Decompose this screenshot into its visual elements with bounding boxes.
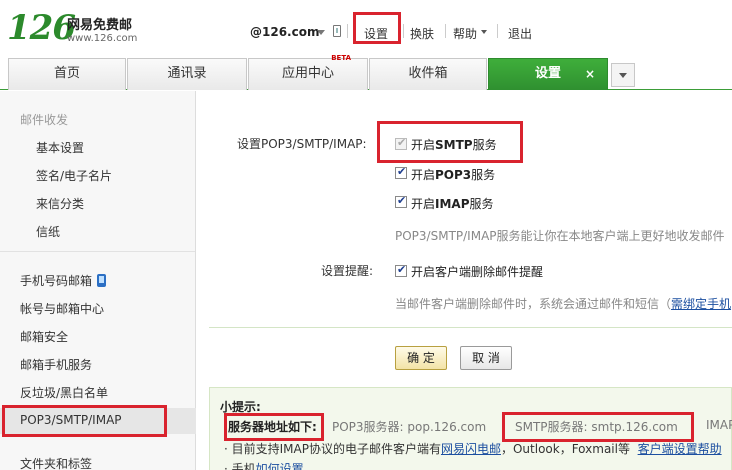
account-name[interactable]: @126.com bbox=[250, 25, 319, 39]
highlight-box bbox=[502, 412, 694, 442]
sidebar-item-phone-mailbox[interactable]: 手机号码邮箱 bbox=[20, 272, 92, 289]
tab-label: 设置 bbox=[534, 66, 561, 81]
mobile-note: · 手机如何设置 bbox=[224, 460, 304, 470]
tab-label: 应用中心 bbox=[281, 66, 334, 81]
logo-number[interactable]: 126 bbox=[7, 10, 76, 46]
tab-home[interactable]: 首页 bbox=[8, 58, 126, 90]
pop3-server: POP3服务器: pop.126.com bbox=[332, 420, 487, 434]
tab-settings[interactable]: 设置 × bbox=[488, 58, 608, 90]
sidebar: 邮件收发 基本设置 签名/电子名片 来信分类 信纸 手机号码邮箱 帐号与邮箱中心… bbox=[0, 91, 196, 470]
cancel-button[interactable]: 取 消 bbox=[460, 346, 512, 370]
tab-contacts[interactable]: 通讯录 bbox=[127, 58, 247, 90]
sidebar-item-antispam[interactable]: 反垃圾/黑白名单 bbox=[20, 384, 108, 401]
divider bbox=[0, 251, 195, 252]
beta-badge: BETA bbox=[331, 54, 351, 62]
logo-name: 网易免费邮 bbox=[67, 18, 133, 33]
logo-url: www.126.com bbox=[67, 33, 138, 44]
divider bbox=[209, 327, 732, 328]
how-to-setup-link[interactable]: 如何设置 bbox=[256, 462, 304, 470]
pop3-checkbox[interactable] bbox=[395, 165, 407, 179]
chevron-down-icon[interactable] bbox=[317, 30, 325, 35]
reminder-checkbox[interactable] bbox=[395, 263, 407, 277]
divider bbox=[347, 24, 348, 38]
sidebar-item-security[interactable]: 邮箱安全 bbox=[20, 328, 68, 345]
close-icon[interactable]: × bbox=[585, 59, 595, 89]
divider bbox=[445, 24, 446, 38]
header: 126 网易免费邮 www.126.com @126.com 设置 换肤 帮助 … bbox=[0, 0, 732, 58]
pop3-option: 开启POP3服务 bbox=[411, 168, 496, 182]
phone-icon bbox=[97, 274, 106, 287]
phone-icon[interactable] bbox=[333, 25, 341, 37]
sidebar-item-mobile-service[interactable]: 邮箱手机服务 bbox=[20, 356, 92, 373]
tab-label: 收件箱 bbox=[408, 66, 448, 81]
sidebar-item-filters[interactable]: 来信分类 bbox=[36, 195, 84, 212]
ok-button[interactable]: 确 定 bbox=[395, 346, 447, 370]
imap-checkbox[interactable] bbox=[395, 194, 407, 208]
highlight-box bbox=[224, 413, 324, 441]
highlight-box bbox=[377, 121, 523, 163]
divider bbox=[497, 24, 498, 38]
tab-label: 首页 bbox=[53, 66, 80, 81]
logout-link[interactable]: 退出 bbox=[508, 25, 532, 42]
sidebar-group-mail: 邮件收发 bbox=[20, 113, 69, 127]
client-help-link[interactable]: 客户端设置帮助 bbox=[638, 442, 722, 456]
reminder-label: 设置提醒: bbox=[321, 264, 374, 278]
highlight-box bbox=[353, 12, 401, 44]
tip-box: 小提示: 服务器地址如下: POP3服务器: pop.126.com SMTP服… bbox=[209, 387, 732, 470]
client-support-note: · 目前支持IMAP协议的电子邮件客户端有网易闪电邮，Outlook，Foxma… bbox=[224, 442, 722, 456]
tab-bar: 首页 通讯录 应用中心 BETA 收件箱 设置 × bbox=[0, 54, 732, 90]
sidebar-item-folders[interactable]: 文件夹和标签 bbox=[20, 455, 92, 470]
highlight-box bbox=[2, 405, 167, 437]
tab-app-center[interactable]: 应用中心 BETA bbox=[248, 54, 368, 90]
sidebar-item-account-center[interactable]: 帐号与邮箱中心 bbox=[20, 300, 104, 317]
settings-content: 设置POP3/SMTP/IMAP: 开启SMTP服务 开启POP3服务 开启IM… bbox=[197, 91, 732, 470]
imap-option: 开启IMAP服务 bbox=[411, 197, 494, 211]
bind-phone-link[interactable]: 需绑定手机 bbox=[671, 297, 731, 311]
skin-link[interactable]: 换肤 bbox=[410, 25, 434, 42]
reminder-option: 开启客户端删除邮件提醒 bbox=[411, 265, 544, 279]
tab-label: 通讯录 bbox=[167, 66, 207, 81]
sidebar-item-signature[interactable]: 签名/电子名片 bbox=[36, 167, 112, 184]
tab-inbox[interactable]: 收件箱 bbox=[369, 58, 487, 90]
flash-mail-link[interactable]: 网易闪电邮 bbox=[441, 442, 501, 456]
imap-server: IMAP bbox=[706, 418, 732, 432]
service-hint: POP3/SMTP/IMAP服务能让你在本地客户端上更好地收发邮件 bbox=[395, 229, 725, 243]
divider bbox=[403, 24, 404, 38]
setting-label: 设置POP3/SMTP/IMAP: bbox=[237, 137, 367, 151]
sidebar-item-stationery[interactable]: 信纸 bbox=[36, 223, 60, 240]
help-link[interactable]: 帮助 bbox=[453, 25, 477, 42]
tab-more-dropdown[interactable] bbox=[611, 63, 635, 87]
reminder-hint: 当邮件客户端删除邮件时，系统会通过邮件和短信（需绑定手机 bbox=[395, 297, 732, 311]
sidebar-item-basic-settings[interactable]: 基本设置 bbox=[36, 139, 84, 156]
chevron-down-icon[interactable] bbox=[481, 30, 487, 34]
